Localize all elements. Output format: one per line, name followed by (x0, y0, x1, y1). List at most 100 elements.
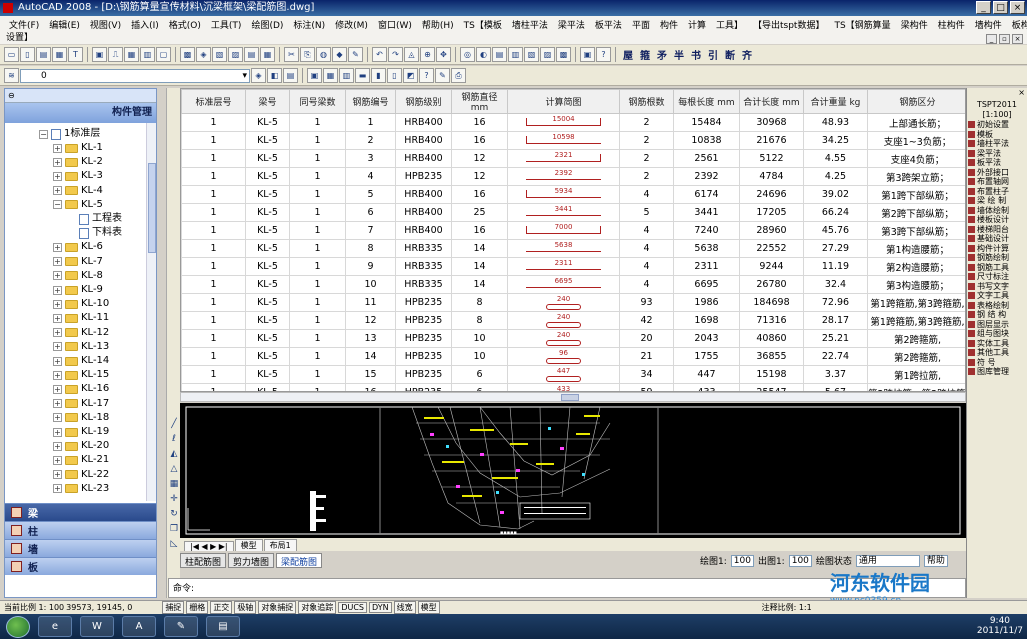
report-icon[interactable]: ✎ (435, 68, 450, 83)
toolbar-tool-16-icon[interactable]: ✂ (284, 47, 299, 62)
toolbar-tool-26-icon[interactable]: ◎ (460, 47, 475, 62)
table-row[interactable]: 1KL-5116HPB235643359433255475.67第2跨拉筋，第3… (181, 383, 965, 391)
toolbar-tool-33-icon[interactable]: ▣ (580, 47, 595, 62)
tspt-menu-item-1[interactable]: 模板 (967, 130, 1027, 140)
toolbar-tool-29-icon[interactable]: ▥ (508, 47, 523, 62)
expand-icon[interactable]: + (53, 242, 62, 252)
menu-item-15[interactable]: 平面 (627, 18, 655, 31)
tree-node-kl-7[interactable]: + KL-7 (53, 255, 103, 269)
expand-icon[interactable]: + (53, 399, 62, 409)
menu-item-20[interactable]: TS【钢筋算量 (829, 18, 895, 31)
menu-item-14[interactable]: 板平法 (590, 18, 627, 31)
collapse-icon[interactable]: − (39, 129, 48, 139)
toolbar-tool-13-icon[interactable]: ▨ (228, 47, 243, 62)
tree-node-kl-11[interactable]: + KL-11 (53, 311, 109, 325)
menu-item-12[interactable]: 墙柱平法 (507, 18, 553, 31)
tspt-tool-6-button[interactable]: 断 (722, 47, 738, 62)
tree-node-kl-17[interactable]: + KL-17 (53, 397, 109, 411)
table-row[interactable]: 1 KL-5 1 4 HPB235 12 2392 2 2392 4784 4.25 第3跨架立筋； (181, 167, 965, 186)
status-toggle-8[interactable]: 线宽 (393, 601, 416, 614)
menu-item-18[interactable]: 工具】 (711, 18, 748, 31)
menu-item-5[interactable]: 工具(T) (206, 18, 247, 31)
tspt-menu-item-15[interactable]: 钢筋工具 (967, 263, 1027, 273)
collapse-icon[interactable]: − (53, 200, 62, 210)
mdi-restore-button[interactable]: ▫ (999, 34, 1010, 44)
tspt-tool-4-button[interactable]: 书 (688, 47, 704, 62)
col-header-7[interactable]: 钢筋根数 (619, 89, 674, 114)
expand-icon[interactable]: + (53, 285, 62, 295)
toolbar-tool-3-icon[interactable]: ▦ (52, 47, 67, 62)
tspt-menu-item-26[interactable]: 图库管理 (967, 367, 1027, 377)
expand-icon[interactable]: + (53, 427, 62, 437)
table-row[interactable]: 1 KL-5 1 12 HPB235 8 240 42 1698 71316 28.17 第1跨箍筋,… (181, 311, 965, 330)
tree-node-kl-13[interactable]: + KL-13 (53, 340, 109, 354)
tab-model[interactable]: 模型 (234, 539, 263, 551)
tspt-menu-item-18[interactable]: 文字工具 (967, 291, 1027, 301)
tree-node-kl-19[interactable]: + KL-19 (53, 425, 109, 439)
mirror-icon[interactable]: ◺ (168, 538, 180, 550)
system-clock[interactable]: 9:40 2011/11/7 (977, 616, 1023, 636)
expand-icon[interactable]: + (53, 143, 62, 153)
ie-icon[interactable]: e (38, 616, 72, 637)
tspt-menu-item-6[interactable]: 布置轴网 (967, 177, 1027, 187)
tspt-menu-item-14[interactable]: 钢筋绘制 (967, 253, 1027, 263)
table-row[interactable]: 1 KL-5 1 11 HPB235 8 240 93 1986 184698 72.96 第1跨箍筋… (181, 293, 965, 312)
tree-node-kl-16[interactable]: + KL-16 (53, 382, 109, 396)
tree-node-kl-12[interactable]: + KL-12 (53, 326, 109, 340)
status-toggle-1[interactable]: 栅格 (186, 601, 209, 614)
menu-item-10[interactable]: 帮助(H) (417, 18, 459, 31)
toolbar-tool-19-icon[interactable]: ◆ (332, 47, 347, 62)
expand-icon[interactable]: + (53, 356, 62, 366)
table-row[interactable]: 1 KL-5 1 3 HRB400 12 2321 2 2561 5122 4.55 支座4负筋； (181, 149, 965, 168)
toolbar-tool-15-icon[interactable]: ▦ (260, 47, 275, 62)
tree-node-kl-9[interactable]: + KL-9 (53, 283, 103, 297)
tspt-menu-item-8[interactable]: 梁 绘 制 (967, 196, 1027, 206)
tree-node-kl-23[interactable]: + KL-23 (53, 482, 109, 496)
toolbar-tool-5-icon[interactable]: ▣ (92, 47, 107, 62)
expand-icon[interactable]: + (53, 157, 62, 167)
toolbar-tool-7-icon[interactable]: ▦ (124, 47, 139, 62)
tspt-tool-0-button[interactable]: 屋 (620, 47, 636, 62)
expand-icon[interactable]: + (53, 257, 62, 267)
draw-state-select[interactable]: 通用 (855, 554, 920, 567)
line-icon[interactable]: ╱ (168, 418, 180, 430)
toolbar-tool-31-icon[interactable]: ▨ (540, 47, 555, 62)
menu-item-4[interactable]: 格式(O) (164, 18, 206, 31)
tree-node-kl-21[interactable]: + KL-21 (53, 453, 109, 467)
menu-item-2[interactable]: 视图(V) (85, 18, 126, 31)
tree-node-kl-2[interactable]: + KL-2 (53, 155, 103, 169)
col-header-1[interactable]: 梁号 (245, 89, 290, 114)
table-row[interactable]: 1 KL-5 1 15 HPB235 6 447 34 447 15198 3.37 第1跨拉筋, (181, 365, 965, 384)
toolbar-tool-21-icon[interactable]: ↶ (372, 47, 387, 62)
right-panel-close-icon[interactable]: × (967, 88, 1027, 100)
tspt-menu-item-17[interactable]: 书写文字 (967, 282, 1027, 292)
menu-item-24[interactable]: 板构件 (1007, 18, 1027, 31)
menu-item-1[interactable]: 编辑(E) (44, 18, 85, 31)
help-button[interactable]: 帮助 (923, 554, 948, 567)
menu-item-3[interactable]: 插入(I) (126, 18, 164, 31)
toolbar-tool-10-icon[interactable]: ▩ (180, 47, 195, 62)
toolbar-tool-2-icon[interactable]: ▤ (36, 47, 51, 62)
tspt-menu-item-11[interactable]: 楼梯阳台 (967, 225, 1027, 235)
tspt-menu-item-20[interactable]: 钢 结 构 (967, 310, 1027, 320)
tree-node-kl-6[interactable]: + KL-6 (53, 240, 103, 254)
doc-tab-shearwall[interactable]: 剪力墙图 (228, 553, 275, 568)
expand-icon[interactable]: + (53, 470, 62, 480)
toolbar-tool-8-icon[interactable]: ▥ (140, 47, 155, 62)
calc-icon[interactable]: ▣ (307, 68, 322, 83)
tree-node-kl-5[interactable]: − KL-5 (53, 198, 103, 212)
table-row[interactable]: 1 KL-5 1 2 HRB400 16 10598 2 10838 21676 34.25 支座1~… (181, 131, 965, 150)
tspt-menu-item-25[interactable]: 符 号 (967, 358, 1027, 368)
mdi-minimize-button[interactable]: _ (986, 34, 997, 44)
paint-icon[interactable]: ✎ (164, 616, 198, 637)
tree-node-kl-20[interactable]: + KL-20 (53, 439, 109, 453)
col-header-3[interactable]: 钢筋编号 (345, 89, 396, 114)
toolbar-tool-27-icon[interactable]: ◐ (476, 47, 491, 62)
expand-icon[interactable]: + (53, 299, 62, 309)
toolbar-tool-6-icon[interactable]: ⎍ (108, 47, 123, 62)
tree-node-kl-15[interactable]: + KL-15 (53, 368, 109, 382)
menu-item-settings[interactable]: 设置】 (6, 33, 33, 43)
col-header-9[interactable]: 合计长度 mm (739, 89, 804, 114)
table-row[interactable]: 1 KL-5 1 1 HRB400 16 15004 2 15484 30968 48.93 上部通长… (181, 113, 965, 132)
menu-item-19[interactable]: 【导出tspt数据】 (748, 18, 829, 31)
